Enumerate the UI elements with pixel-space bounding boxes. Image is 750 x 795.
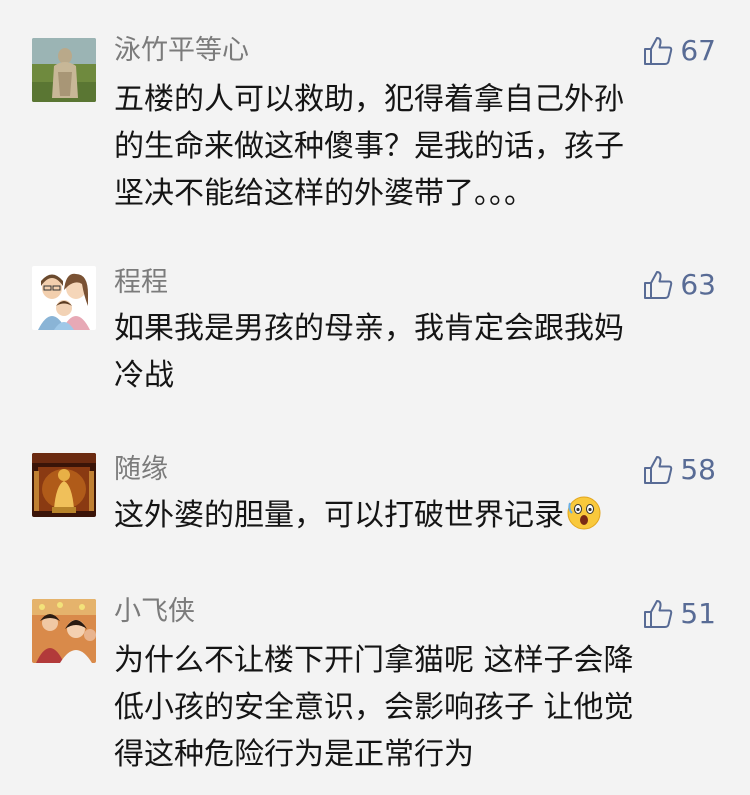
- comment-author[interactable]: 随缘: [114, 453, 168, 487]
- thumbs-up-icon: [644, 456, 673, 484]
- comment-line: 坚决不能给这样的外婆带了。。。: [114, 176, 534, 211]
- comment-author[interactable]: 泳竹平等心: [114, 34, 249, 68]
- like-count: 51: [680, 597, 716, 630]
- statue-photo-avatar: [32, 38, 96, 102]
- shocked-face-emoji: [567, 496, 601, 530]
- comment-line: 为什么不让楼下开门拿猫呢 这样子会降: [114, 643, 634, 678]
- like-count: 67: [680, 34, 716, 67]
- comment-line: 如果我是男孩的母亲，我肯定会跟我妈: [114, 311, 624, 346]
- avatar[interactable]: [32, 453, 96, 517]
- like-count: 58: [680, 453, 716, 486]
- comment-line: 冷战: [114, 358, 174, 393]
- thumbs-up-icon: [644, 37, 673, 65]
- like-count: 63: [680, 268, 716, 301]
- buddha-shrine-avatar: [32, 453, 96, 517]
- comment-author[interactable]: 小飞侠: [114, 595, 195, 629]
- thumbs-up-icon: [644, 271, 673, 299]
- like-button[interactable]: 58: [642, 453, 716, 487]
- like-button[interactable]: 51: [642, 597, 716, 631]
- like-button[interactable]: 67: [642, 34, 716, 68]
- comment-text: 这外婆的胆量，可以打破世界记录: [114, 492, 714, 539]
- avatar[interactable]: [32, 599, 96, 663]
- group-photo-avatar: [32, 599, 96, 663]
- comment-text: 五楼的人可以救助，犯得着拿自己外孙 的生命来做这种傻事？是我的话，孩子 坚决不能…: [114, 76, 714, 217]
- comment-line: 这外婆的胆量，可以打破世界记录: [114, 492, 714, 539]
- avatar[interactable]: [32, 266, 96, 330]
- comment-text: 如果我是男孩的母亲，我肯定会跟我妈 冷战: [114, 305, 714, 399]
- avatar[interactable]: [32, 38, 96, 102]
- thumbs-up-icon: [644, 600, 673, 628]
- comment-line: 的生命来做这种傻事？是我的话，孩子: [114, 129, 624, 164]
- comment-line-text: 这外婆的胆量，可以打破世界记录: [114, 498, 564, 533]
- comment-line: 五楼的人可以救助，犯得着拿自己外孙: [114, 82, 624, 117]
- comment-author[interactable]: 程程: [114, 266, 168, 300]
- comment-text: 为什么不让楼下开门拿猫呢 这样子会降 低小孩的安全意识，会影响孩子 让他觉 得这…: [114, 637, 714, 778]
- comment-line: 得这种危险行为是正常行为: [114, 737, 474, 772]
- cartoon-family-avatar: [32, 266, 96, 330]
- like-button[interactable]: 63: [642, 268, 716, 302]
- comment-line: 低小孩的安全意识，会影响孩子 让他觉: [114, 690, 634, 725]
- comment-list: 泳竹平等心 67 五楼的人可以救助，犯得着拿自己外孙 的生命来做这种傻事？是我的…: [0, 0, 750, 795]
